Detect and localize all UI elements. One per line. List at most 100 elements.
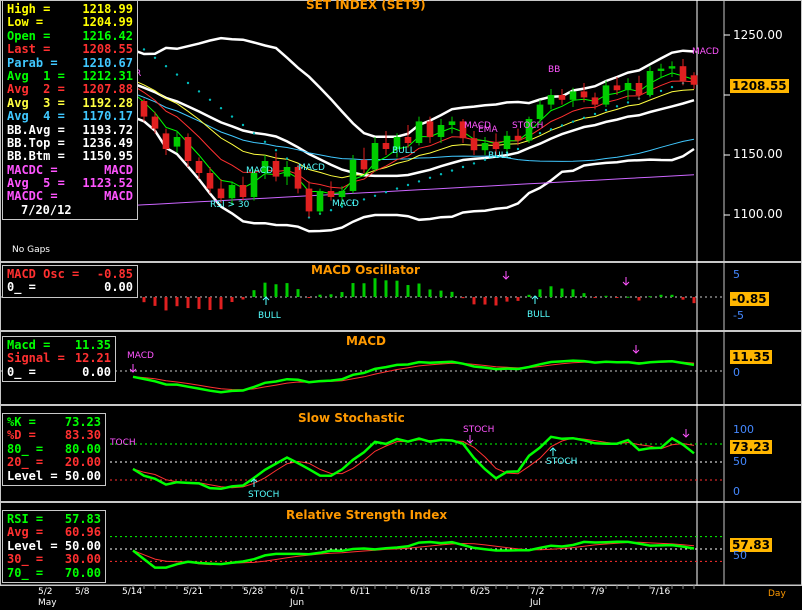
osc-bar (384, 280, 388, 297)
candle-body (470, 138, 478, 151)
parab-dot (230, 115, 234, 118)
candle-body (173, 137, 181, 147)
parab-dot (626, 101, 630, 104)
legend-value: 1193.72 (82, 122, 133, 137)
legend-value: 1218.99 (82, 2, 133, 16)
price-last-tag: 1208.55 (730, 79, 789, 93)
osc-bar (637, 297, 641, 301)
candle-body (635, 83, 643, 95)
candle-body (503, 135, 511, 149)
legend-eq: = (64, 267, 87, 281)
candle-body (349, 159, 357, 191)
osc-bar (219, 297, 223, 310)
legend-eq: = (21, 280, 44, 295)
legend-eq: = (28, 552, 51, 567)
signal-label: MACD (246, 166, 273, 176)
parab-dot (142, 48, 146, 51)
legend-entry: Level = 50.00 (7, 468, 101, 483)
legend-left: 20_ = (7, 455, 51, 470)
legend-entry: Low = 1204.99 (7, 15, 133, 29)
legend-entry: BB.Avg = 1193.72 (7, 122, 133, 137)
legend-left: Avg 3 = (7, 96, 72, 110)
osc-bar (296, 289, 300, 297)
osc-bar (571, 289, 575, 297)
price-y-tick: 1150.00 (733, 147, 783, 161)
legend-entry: Parab = 1210.67 (7, 56, 133, 70)
legend-label: Avg 2 (7, 82, 51, 97)
parab-dot (582, 116, 586, 120)
legend-value: 1170.17 (82, 109, 133, 124)
legend-value: 50.00 (64, 538, 101, 553)
osc-bar (538, 289, 542, 297)
legend-value: 11.35 (74, 338, 111, 352)
osc-bar (252, 290, 256, 297)
legend-left: 70_ = (7, 566, 50, 580)
parab-dot (175, 73, 179, 76)
osc-bar (516, 297, 520, 301)
candle-body (338, 191, 346, 197)
legend-left: Macd = (7, 338, 58, 352)
osc-bar (450, 291, 454, 297)
legend-label: RSI (7, 512, 29, 526)
legend-label: Avg 5 (7, 176, 51, 191)
candle-body (371, 143, 379, 170)
candle-body (239, 185, 247, 197)
osc-bar (329, 294, 333, 297)
osc-bar (626, 296, 630, 298)
parab-dot (395, 187, 399, 190)
legend-left: 80_ = (7, 442, 50, 456)
rsi-line (132, 540, 695, 569)
candle-body (613, 85, 621, 91)
osc-bar (461, 297, 465, 299)
candle-body (569, 91, 577, 100)
legend-label: BB.Avg (7, 122, 51, 137)
stoch-y-tick: 50 (733, 455, 747, 468)
x-unit-label: Day (768, 589, 786, 599)
candle-body (206, 173, 214, 189)
legend-eq: = (43, 468, 65, 483)
legend-label: MACD Osc (7, 267, 65, 281)
legend-label: MACDC (7, 189, 44, 204)
arrow-down-icon (632, 345, 640, 354)
parab-dot (208, 98, 212, 102)
parab-dot (516, 147, 520, 151)
legend-value: 83.30 (64, 428, 101, 443)
osc-y-tick: 5 (733, 268, 740, 281)
parab-dot (560, 124, 564, 127)
parab-dot (219, 107, 223, 110)
legend-eq: = (50, 135, 73, 150)
candle-body (415, 121, 423, 143)
candle-body (327, 191, 335, 197)
parab-dot (571, 120, 575, 123)
legend-entry: Avg 4 = 1170.17 (7, 109, 133, 124)
stoch-title: Slow Stochastic (298, 411, 405, 425)
legend-eq: = (28, 455, 51, 470)
osc-bar (549, 286, 553, 297)
osc-bar (659, 294, 663, 297)
legend-left: 30_ = (7, 552, 51, 567)
legend-eq: = (21, 415, 44, 429)
legend-value: 80.00 (64, 441, 101, 456)
candle-body (558, 95, 566, 100)
x-label: 6/25 (470, 587, 491, 597)
rsi-legend: RSI = 57.83 Avg = 60.96 Level = 50.00 30_ =… (2, 510, 106, 583)
legend-entry: Signal = 12.21 (7, 351, 111, 365)
signal-label: BULL (488, 151, 511, 161)
legend-label: Macd (7, 338, 36, 352)
parab-dot (670, 85, 674, 89)
osc-bar (406, 285, 410, 297)
x-label: 5/14 (122, 587, 143, 597)
legend-entry: BB.Top = 1236.49 (7, 135, 133, 150)
parab-dot (450, 169, 454, 172)
legend-value: 60.96 (64, 525, 101, 540)
osc-bar (417, 283, 421, 297)
parab-dot (472, 162, 476, 165)
legend-eq: = (21, 428, 44, 443)
parab-dot (483, 158, 487, 161)
candle-body (184, 137, 192, 161)
legend-eq: = (43, 189, 65, 204)
candle-body (140, 101, 148, 117)
osc-bar (472, 297, 476, 305)
rsi-y-tick: 50 (733, 549, 747, 562)
candle-body (360, 159, 368, 170)
